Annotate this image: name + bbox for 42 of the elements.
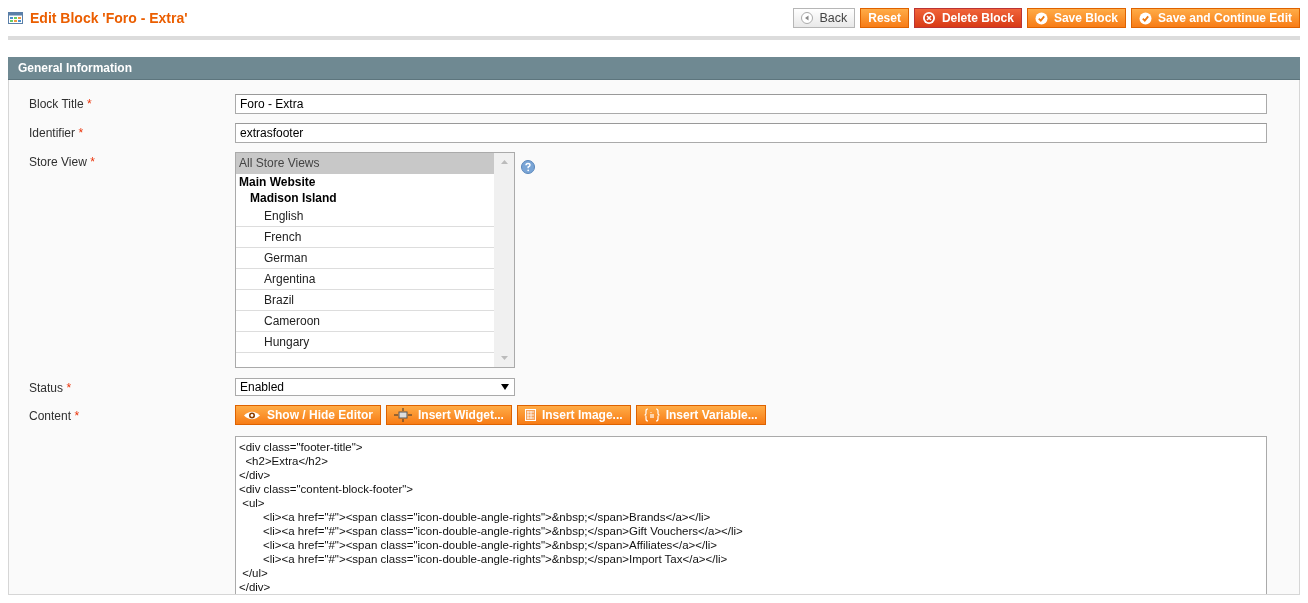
content-textarea[interactable]: <div class="footer-title"> <h2>Extra</h2> </div> <div class="content-block-footer"> <ul> <li><a href="#"><span class="icon-double-angle-rights">&nbsp;</span>Brands</a></li> <li><a href="#"><span class="icon-double-angle-rights">&nbsp;</span>Gift Vouchers</a></li> <li><a href="#"><span class="icon-double-angle-rights">&nbsp;</span>Affiliates</a></li> <li><a href="#"><span class="icon-double-angle-rights">&nbsp;</span>Import Tax</a></li> </ul> </div> bbox=[235, 436, 1267, 594]
status-dropdown[interactable]: Enabled bbox=[235, 378, 515, 396]
section-header: General Information bbox=[8, 57, 1300, 80]
option-group-label: Madison Island bbox=[249, 190, 338, 206]
field-label: Block Title bbox=[29, 97, 84, 111]
store-option[interactable]: Cameroon bbox=[236, 311, 494, 332]
widget-icon bbox=[394, 408, 412, 422]
field-label: Status bbox=[29, 381, 64, 395]
required-mark: * bbox=[74, 409, 80, 423]
scrollbar[interactable] bbox=[494, 153, 514, 367]
grid-icon bbox=[8, 12, 23, 24]
store-view-list[interactable]: All Store Views Main Website Madison Island English French German Argentina Brazil Cameroon Hungary bbox=[235, 152, 515, 368]
required-mark: * bbox=[87, 97, 92, 111]
image-icon bbox=[524, 409, 536, 421]
help-icon[interactable] bbox=[521, 160, 535, 174]
text-field[interactable]: Foro - Extra bbox=[235, 94, 1267, 114]
checkmark-icon bbox=[1034, 11, 1048, 25]
store-option[interactable]: German bbox=[236, 248, 494, 269]
checkmark-icon bbox=[1139, 11, 1152, 25]
required-mark: * bbox=[78, 126, 84, 140]
back-button[interactable]: Back bbox=[793, 8, 856, 28]
store-option[interactable]: All Store Views bbox=[236, 153, 494, 174]
text-field[interactable]: extrasfooter bbox=[235, 123, 1267, 143]
scroll-down-icon bbox=[500, 356, 508, 360]
eye-icon bbox=[243, 409, 261, 421]
dropdown-arrow-icon bbox=[501, 384, 509, 390]
scroll-up-icon bbox=[500, 160, 508, 164]
option-group-label: Main Website bbox=[238, 174, 317, 190]
field-label: Content bbox=[29, 409, 72, 423]
required-mark: * bbox=[66, 381, 72, 395]
store-option[interactable]: French bbox=[236, 227, 494, 248]
store-option[interactable]: Brazil bbox=[236, 290, 494, 311]
braces-icon bbox=[643, 408, 660, 422]
page-title: Edit Block 'Foro - Extra' bbox=[30, 10, 188, 26]
required-mark: * bbox=[90, 155, 95, 169]
delete-button[interactable]: Delete Block bbox=[913, 8, 1022, 28]
store-option[interactable]: Hungary bbox=[236, 332, 494, 353]
store-option[interactable]: English bbox=[236, 206, 494, 227]
field-label: Store View bbox=[29, 155, 87, 169]
store-option[interactable]: Argentina bbox=[236, 269, 494, 290]
close-icon bbox=[921, 11, 936, 25]
field-label: Identifier bbox=[29, 126, 76, 140]
